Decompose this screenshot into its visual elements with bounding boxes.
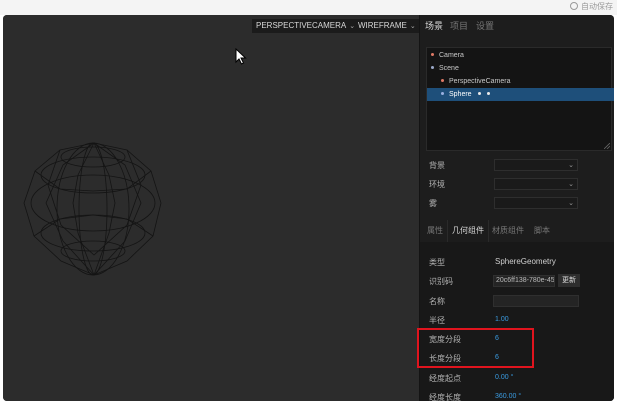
uuid-field[interactable]: 20c6ff138-780e-45f xyxy=(493,275,555,287)
phi-start-number[interactable]: 0.00 ° xyxy=(495,374,513,381)
uuid-renew-button[interactable]: 更新 xyxy=(558,274,580,287)
chevron-down-icon: ⌄ xyxy=(568,162,574,169)
tab-geometry[interactable]: 几何组件 xyxy=(447,220,489,242)
autosave-indicator[interactable]: 自动保存 xyxy=(570,1,613,12)
object-bullet-icon xyxy=(441,79,444,82)
phi-length-number[interactable]: 360.00 ° xyxy=(495,393,521,400)
name-field[interactable] xyxy=(493,295,579,307)
outliner-item-label: Camera xyxy=(439,52,464,59)
outliner-item-label: Sphere xyxy=(449,91,472,98)
chevron-down-icon: ⌄ xyxy=(568,200,574,207)
tab-project[interactable]: 项目 xyxy=(445,15,473,37)
properties-tabs: 属性 几何组件 材质组件 脚本 xyxy=(420,220,614,242)
resize-handle-icon[interactable] xyxy=(604,143,610,149)
outliner-item-sphere[interactable]: Sphere xyxy=(427,88,614,101)
radius-number[interactable]: 1.00 xyxy=(495,316,509,323)
viewport[interactable]: PERSPECTIVECAMERA ⌄ WIREFRAME ⌄ xyxy=(3,15,420,401)
phi-length-label: 经度长度 xyxy=(429,393,461,401)
geometry-dot-icon xyxy=(477,92,481,95)
environment-label: 环境 xyxy=(429,180,445,189)
outliner-item-perspective-camera[interactable]: PerspectiveCamera xyxy=(427,75,614,88)
type-value: SphereGeometry xyxy=(495,257,556,266)
object-bullet-icon xyxy=(441,92,444,95)
material-dot-icon xyxy=(486,92,490,95)
fog-select[interactable]: ⌄ xyxy=(494,197,578,209)
mouse-cursor-icon xyxy=(235,48,247,65)
tab-scene[interactable]: 场景 xyxy=(420,15,449,37)
outliner-item-label: Scene xyxy=(439,65,459,72)
geometry-panel: 类型 SphereGeometry 识别码 20c6ff138-780e-45f… xyxy=(420,242,614,401)
sidebar-tabs: 场景 项目 设置 xyxy=(420,15,614,37)
scene-outliner[interactable]: Camera Scene PerspectiveCamera Sphere xyxy=(426,47,614,151)
outliner-item-label: PerspectiveCamera xyxy=(449,78,511,85)
environment-select[interactable]: ⌄ xyxy=(494,178,578,190)
phi-start-label: 经度起点 xyxy=(429,374,461,383)
object-bullet-icon xyxy=(431,53,434,56)
tab-material[interactable]: 材质组件 xyxy=(488,220,528,242)
top-strip: 自动保存 xyxy=(0,0,617,15)
autosave-checkbox-icon xyxy=(570,2,578,10)
type-label: 类型 xyxy=(429,258,445,267)
object-bullet-icon xyxy=(431,66,434,69)
tab-settings[interactable]: 设置 xyxy=(471,15,499,37)
autosave-label: 自动保存 xyxy=(581,2,613,11)
sphere-wireframe xyxy=(23,142,162,276)
outliner-item-scene[interactable]: Scene xyxy=(427,62,614,75)
tab-script[interactable]: 脚本 xyxy=(530,220,554,242)
name-label: 名称 xyxy=(429,297,445,306)
outliner-item-camera[interactable]: Camera xyxy=(427,49,614,62)
radius-label: 半径 xyxy=(429,316,445,325)
background-label: 背景 xyxy=(429,161,445,170)
background-select[interactable]: ⌄ xyxy=(494,159,578,171)
uuid-label: 识别码 xyxy=(429,277,453,286)
chevron-down-icon: ⌄ xyxy=(568,181,574,188)
annotation-highlight-box xyxy=(417,328,534,368)
fog-label: 雾 xyxy=(429,199,437,208)
tab-object[interactable]: 属性 xyxy=(423,220,447,242)
